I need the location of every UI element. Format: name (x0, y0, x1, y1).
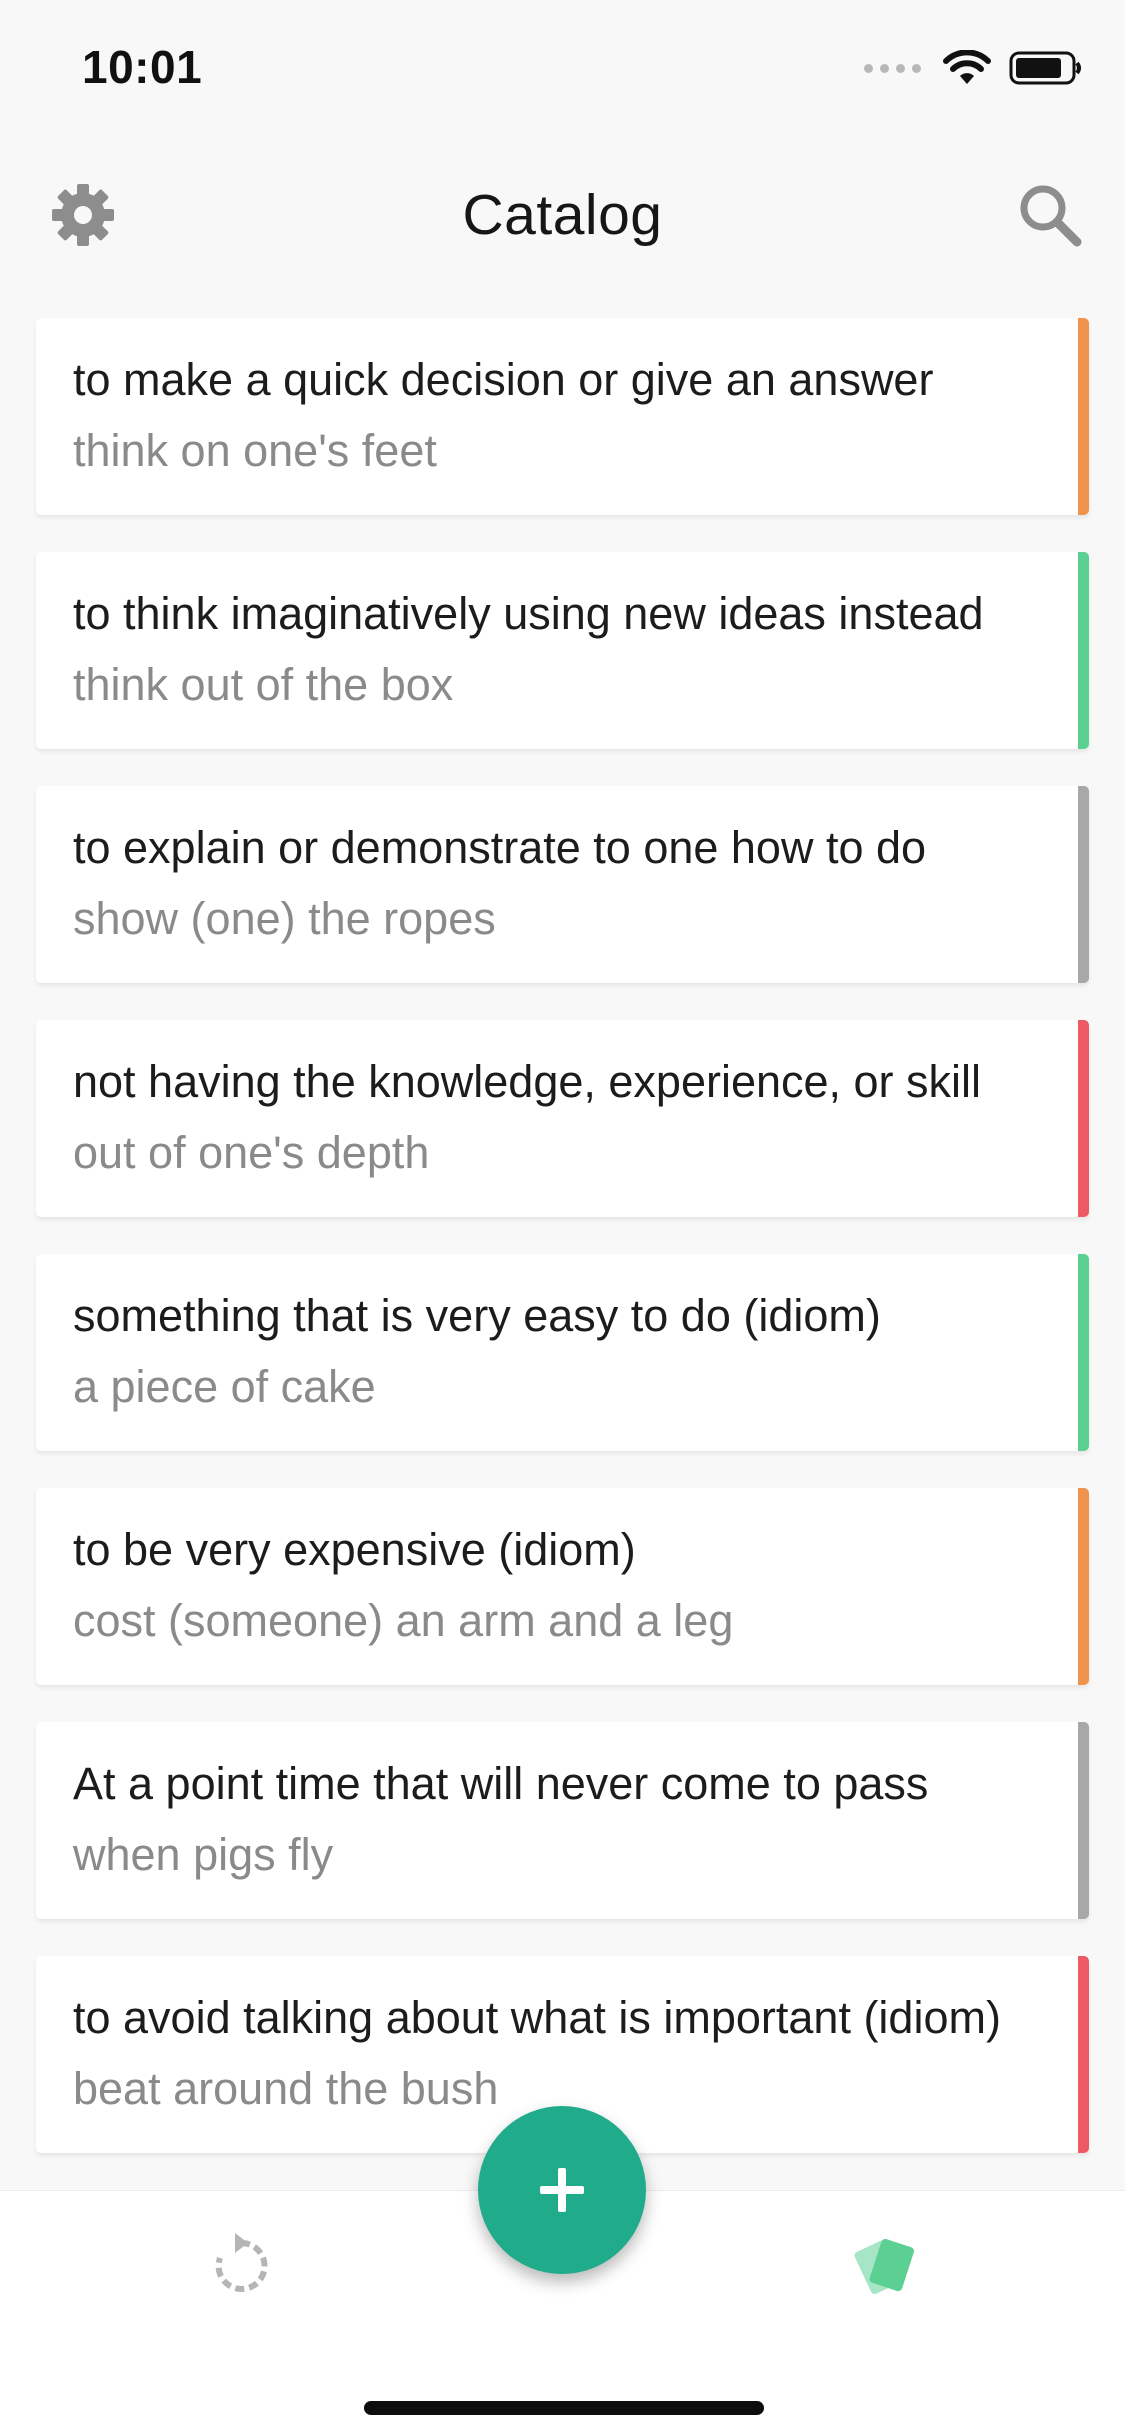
cards-icon (854, 2238, 915, 2294)
idiom-card[interactable]: to make a quick decision or give an answ… (36, 318, 1089, 515)
wifi-icon (943, 50, 991, 84)
card-status-bar (1078, 1956, 1089, 2153)
card-status-bar (1078, 786, 1089, 983)
status-bar: 10:01 (0, 0, 1125, 132)
review-icon (215, 2233, 268, 2292)
catalog-screen: 10:01 Catalog to make a quick decision o… (0, 0, 1125, 2436)
card-status-bar (1078, 318, 1089, 515)
card-definition: At a point time that will never come to … (73, 1758, 1076, 1810)
card-definition: something that is very easy to do (idiom… (73, 1290, 1076, 1342)
card-phrase: out of one's depth (73, 1127, 430, 1178)
home-indicator[interactable] (364, 2401, 764, 2415)
card-definition: to explain or demonstrate to one how to … (73, 822, 1076, 874)
card-status-bar (1078, 1722, 1089, 1919)
nav-bar: Catalog (0, 150, 1125, 280)
idiom-card[interactable]: not having the knowledge, experience, or… (36, 1020, 1089, 1217)
idiom-card[interactable]: something that is very easy to do (idiom… (36, 1254, 1089, 1451)
add-card-button[interactable] (478, 2106, 646, 2274)
idiom-card[interactable]: to explain or demonstrate to one how to … (36, 786, 1089, 983)
search-icon (1020, 185, 1082, 247)
card-status-bar (1078, 1488, 1089, 1685)
tab-catalog[interactable] (848, 2231, 924, 2301)
status-time: 10:01 (82, 41, 203, 93)
page-title: Catalog (462, 183, 663, 247)
idiom-card[interactable]: to be very expensive (idiom) cost (someo… (36, 1488, 1089, 1685)
card-definition: to avoid talking about what is important… (73, 1992, 1076, 2044)
plus-icon (540, 2168, 584, 2212)
card-phrase: show (one) the ropes (73, 893, 496, 944)
card-status-bar (1078, 1020, 1089, 1217)
card-phrase: think on one's feet (73, 425, 437, 476)
card-phrase: when pigs fly (73, 1829, 334, 1880)
idiom-card[interactable]: At a point time that will never come to … (36, 1722, 1089, 1919)
tab-review[interactable] (206, 2231, 276, 2301)
card-definition: to think imaginatively using new ideas i… (73, 588, 1076, 640)
card-phrase: think out of the box (73, 659, 454, 710)
cellular-signal-icon (864, 63, 921, 73)
status-icons (864, 48, 1083, 88)
search-button[interactable] (1015, 180, 1085, 250)
card-phrase: cost (someone) an arm and a leg (73, 1595, 734, 1646)
card-phrase: a piece of cake (73, 1361, 376, 1412)
card-definition: to make a quick decision or give an answ… (73, 354, 1076, 406)
card-definition: to be very expensive (idiom) (73, 1524, 1076, 1576)
card-status-bar (1078, 1254, 1089, 1451)
battery-icon (1009, 51, 1081, 85)
idiom-card[interactable]: to think imaginatively using new ideas i… (36, 552, 1089, 749)
card-status-bar (1078, 552, 1089, 749)
card-definition: not having the knowledge, experience, or… (73, 1056, 1076, 1108)
